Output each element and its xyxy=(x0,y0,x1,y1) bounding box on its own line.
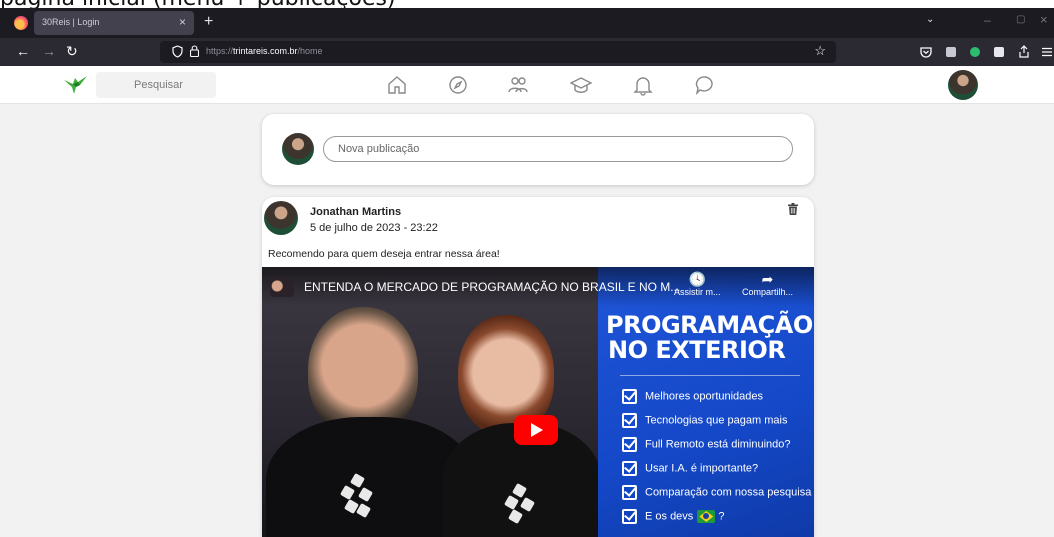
thumbnail-bullet: E os devs ? xyxy=(622,509,725,524)
new-post-input[interactable] xyxy=(323,136,793,162)
new-tab-icon[interactable]: + xyxy=(204,13,213,31)
headline-line-2: NO EXTERIOR xyxy=(608,336,786,364)
window-maximize-icon[interactable]: ▢ xyxy=(1016,14,1025,25)
play-button[interactable] xyxy=(514,415,558,445)
window-close-icon[interactable]: × xyxy=(1040,12,1048,27)
reload-icon[interactable]: ↻ xyxy=(66,43,78,60)
post-card: Jonathan Martins 5 de julho de 2023 - 23… xyxy=(262,197,814,537)
brazil-flag-icon xyxy=(697,510,716,523)
bullet-text: E os devs xyxy=(645,510,694,523)
url-scheme: https:// xyxy=(206,46,234,56)
thumbnail-bullet: Full Remoto está diminuindo? xyxy=(622,437,791,452)
home-icon[interactable] xyxy=(386,74,408,96)
bullet-text: Full Remoto está diminuindo? xyxy=(645,438,791,451)
checkbox-icon xyxy=(622,389,637,404)
checkbox-icon xyxy=(622,509,637,524)
top-caption-strip: página inicial (menu + publicações) xyxy=(0,0,1054,8)
video-thumbnail-people xyxy=(262,267,602,537)
url-text[interactable]: https://trintareis.com.br/home xyxy=(206,46,323,56)
trash-icon[interactable] xyxy=(788,203,798,215)
extension-shield-icon[interactable] xyxy=(994,47,1004,57)
video-title[interactable]: ENTENDA O MERCADO DE PROGRAMAÇÃO NO BRAS… xyxy=(304,280,680,294)
channel-avatar[interactable] xyxy=(270,277,294,297)
post-author-name[interactable]: Jonathan Martins xyxy=(310,206,401,218)
user-avatar[interactable] xyxy=(948,70,978,100)
people-icon[interactable] xyxy=(507,74,529,96)
checkbox-icon xyxy=(622,413,637,428)
video-title-bar: ENTENDA O MERCADO DE PROGRAMAÇÃO NO BRAS… xyxy=(262,267,814,307)
explore-compass-icon[interactable] xyxy=(447,74,469,96)
bullet-text: Melhores oportunidades xyxy=(645,390,764,403)
pocket-icon[interactable] xyxy=(920,46,932,58)
tabs-list-icon[interactable]: ⌄ xyxy=(926,14,934,25)
video-thumbnail-panel: PROGRAMAÇÃO NO EXTERIOR Melhores oportun… xyxy=(598,267,814,537)
thumbnail-bullet: Tecnologias que pagam mais xyxy=(622,413,787,428)
tracking-shield-icon[interactable] xyxy=(172,45,183,58)
bookmark-star-icon[interactable]: ☆ xyxy=(814,43,826,59)
browser-tab[interactable]: 30Reis | Login × xyxy=(34,11,194,35)
post-author-avatar[interactable] xyxy=(264,201,298,235)
bullet-suffix: ? xyxy=(718,510,725,523)
hummingbird-logo-icon[interactable] xyxy=(62,72,88,98)
thumbnail-headline: PROGRAMAÇÃO NO EXTERIOR xyxy=(606,313,813,363)
share-video-button[interactable]: ➦ Compartilh... xyxy=(742,271,793,297)
lock-icon[interactable] xyxy=(190,45,199,57)
browser-nav-bar: ← → ↻ https://trintareis.com.br/home ☆ xyxy=(0,38,1054,66)
tab-title: 30Reis | Login xyxy=(42,17,100,27)
thumbnail-bullet: Usar I.A. é importante? xyxy=(622,461,758,476)
graduation-cap-icon[interactable] xyxy=(569,74,593,96)
post-date: 5 de julho de 2023 - 23:22 xyxy=(310,222,438,234)
divider xyxy=(620,375,800,376)
bullet-text: Usar I.A. é importante? xyxy=(645,462,759,475)
share-label: Compartilh... xyxy=(742,287,794,297)
headline-line-1: PROGRAMAÇÃO xyxy=(606,311,813,339)
url-host: trintareis.com.br xyxy=(233,46,298,56)
shirt-logo-icon-2 xyxy=(503,482,540,529)
top-caption: página inicial (menu + publicações) xyxy=(0,0,396,8)
share-arrow-icon: ➦ xyxy=(761,271,774,287)
share-icon[interactable] xyxy=(1018,45,1030,58)
compose-card xyxy=(262,114,814,185)
compose-avatar xyxy=(282,133,314,165)
checkbox-icon xyxy=(622,461,637,476)
forward-icon[interactable]: → xyxy=(42,43,56,59)
watch-later-label: Assistir m... xyxy=(674,287,721,297)
bullet-text: Comparação com nossa pesquisa xyxy=(645,486,812,499)
app-header xyxy=(0,66,1054,104)
thumbnail-bullet: Melhores oportunidades xyxy=(622,389,763,404)
menu-icon[interactable] xyxy=(1042,47,1052,57)
extension-green-icon[interactable] xyxy=(970,47,980,57)
checkbox-icon xyxy=(622,485,637,500)
watch-later-button[interactable]: 🕓 Assistir m... xyxy=(674,271,721,297)
search-input[interactable] xyxy=(96,72,216,98)
window-minimize-icon[interactable]: – xyxy=(984,13,991,27)
thumbnail-bullet: Comparação com nossa pesquisa xyxy=(622,485,811,500)
notifications-bell-icon[interactable] xyxy=(632,74,654,96)
youtube-embed[interactable]: PROGRAMAÇÃO NO EXTERIOR Melhores oportun… xyxy=(262,267,814,537)
url-path: /home xyxy=(297,46,323,56)
chat-bubble-icon[interactable] xyxy=(694,74,716,96)
back-icon[interactable]: ← xyxy=(16,43,30,59)
checkbox-icon xyxy=(622,437,637,452)
clock-icon: 🕓 xyxy=(688,271,706,287)
tab-close-icon[interactable]: × xyxy=(179,15,186,29)
extension-icon[interactable] xyxy=(946,47,956,57)
browser-tab-bar: 30Reis | Login × + ⌄ – ▢ × xyxy=(0,8,1054,38)
bullet-text: Tecnologias que pagam mais xyxy=(645,414,788,427)
firefox-logo-icon xyxy=(14,16,28,30)
url-bar[interactable]: https://trintareis.com.br/home ☆ xyxy=(160,41,836,63)
shirt-logo-icon xyxy=(339,472,376,519)
post-text: Recomendo para quem deseja entrar nessa … xyxy=(268,248,500,260)
